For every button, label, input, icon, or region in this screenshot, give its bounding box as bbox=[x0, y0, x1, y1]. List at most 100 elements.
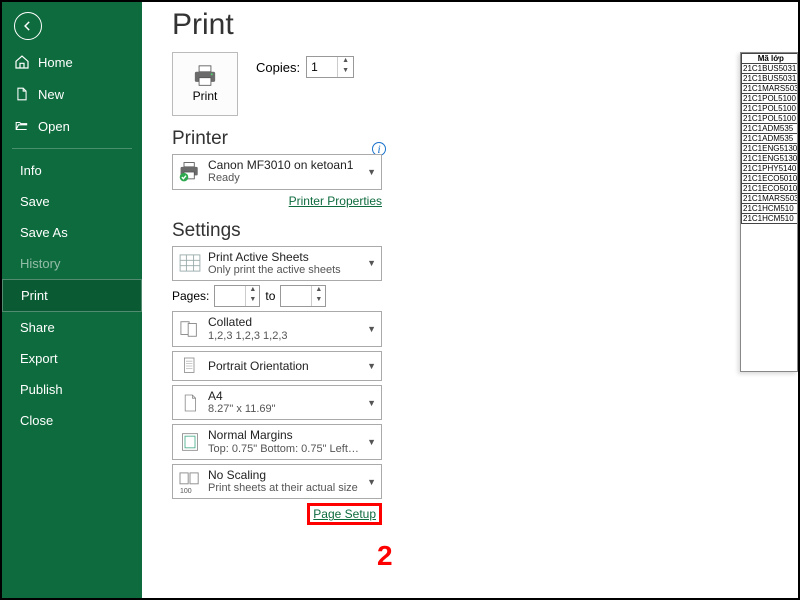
preview-cell: 21C1MARS503 bbox=[742, 194, 799, 204]
nav-save[interactable]: Save bbox=[2, 186, 142, 217]
pages-to-label: to bbox=[265, 289, 275, 303]
preview-cell: 21C1POL5100 bbox=[742, 114, 799, 124]
copies-input[interactable] bbox=[307, 57, 337, 77]
dd-secondary: 1,2,3 1,2,3 1,2,3 bbox=[208, 330, 361, 343]
dd-primary: Normal Margins bbox=[208, 428, 361, 442]
dd-primary: Portrait Orientation bbox=[208, 359, 361, 373]
printer-status: Ready bbox=[208, 172, 361, 185]
nav-share[interactable]: Share bbox=[2, 312, 142, 343]
pages-from[interactable]: ▲▼ bbox=[214, 285, 260, 307]
chevron-down-icon: ▼ bbox=[367, 398, 376, 408]
nav-new[interactable]: New bbox=[2, 78, 142, 110]
dd-primary: A4 bbox=[208, 389, 361, 403]
collate-selector[interactable]: Collated 1,2,3 1,2,3 1,2,3 ▼ bbox=[172, 311, 382, 347]
no-scaling-icon: 100 bbox=[178, 471, 202, 493]
backstage-sidebar: Home New Open Info Save Save As History … bbox=[2, 2, 142, 598]
preview-table: Mã lớp 21C1BUS503121C1BUS503121C1MARS503… bbox=[741, 53, 798, 224]
pages-row: Pages: ▲▼ to ▲▼ bbox=[172, 285, 798, 307]
chevron-down-icon: ▼ bbox=[367, 258, 376, 268]
margins-selector[interactable]: Normal Margins Top: 0.75" Bottom: 0.75" … bbox=[172, 424, 382, 460]
chevron-down-icon: ▼ bbox=[367, 167, 376, 177]
orientation-selector[interactable]: Portrait Orientation ▼ bbox=[172, 351, 382, 381]
preview-cell: 21C1POL5100 bbox=[742, 94, 799, 104]
chevron-down-icon: ▼ bbox=[367, 361, 376, 371]
nav-info[interactable]: Info bbox=[2, 155, 142, 186]
printer-ready-icon bbox=[178, 161, 202, 183]
sheets-icon bbox=[178, 252, 202, 274]
nav-open[interactable]: Open bbox=[2, 110, 142, 142]
printer-heading: Printer bbox=[172, 128, 384, 150]
page-title: Print bbox=[172, 8, 798, 42]
spin-down-icon[interactable]: ▼ bbox=[337, 67, 353, 77]
print-preview: Mã lớp 21C1BUS503121C1BUS503121C1MARS503… bbox=[740, 52, 798, 372]
preview-cell: 21C1BUS5031 bbox=[742, 74, 799, 84]
preview-cell: 21C1ECO5010 bbox=[742, 174, 799, 184]
nav-print[interactable]: Print bbox=[2, 279, 142, 312]
page-icon bbox=[178, 392, 202, 414]
page-setup-link[interactable]: Page Setup bbox=[313, 507, 376, 521]
preview-cell: 21C1POL5100 bbox=[742, 104, 799, 114]
chevron-down-icon: ▼ bbox=[367, 437, 376, 447]
settings-heading: Settings bbox=[172, 220, 798, 242]
dd-secondary: Only print the active sheets bbox=[208, 264, 361, 277]
nav-label: Open bbox=[38, 119, 70, 134]
preview-header: Mã lớp bbox=[742, 54, 799, 64]
spin-up-icon[interactable]: ▲ bbox=[245, 286, 259, 296]
preview-cell: 21C1ENG5130 bbox=[742, 144, 799, 154]
printer-icon bbox=[191, 65, 219, 87]
margins-icon bbox=[178, 431, 202, 453]
printer-name: Canon MF3010 on ketoan1 bbox=[208, 158, 361, 172]
home-icon bbox=[14, 54, 30, 70]
copies-spinner[interactable]: ▲▼ bbox=[306, 56, 354, 78]
scaling-selector[interactable]: 100 No Scaling Print sheets at their act… bbox=[172, 464, 382, 500]
preview-cell: 21C1HCM510 bbox=[742, 214, 799, 224]
dd-secondary: Top: 0.75" Bottom: 0.75" Left:… bbox=[208, 443, 361, 456]
collated-icon bbox=[178, 318, 202, 340]
spin-down-icon[interactable]: ▼ bbox=[311, 296, 325, 306]
pages-label: Pages: bbox=[172, 289, 209, 303]
dd-primary: Collated bbox=[208, 315, 361, 329]
arrow-left-icon bbox=[21, 19, 35, 33]
chevron-down-icon: ▼ bbox=[367, 477, 376, 487]
dd-secondary: 8.27" x 11.69" bbox=[208, 403, 361, 416]
separator bbox=[12, 148, 132, 149]
spin-down-icon[interactable]: ▼ bbox=[245, 296, 259, 306]
chevron-down-icon: ▼ bbox=[367, 324, 376, 334]
dd-primary: Print Active Sheets bbox=[208, 250, 361, 264]
print-panel: Print Print Copies: ▲▼ Printer bbox=[142, 2, 798, 598]
copies-label: Copies: bbox=[256, 60, 300, 75]
nav-publish[interactable]: Publish bbox=[2, 374, 142, 405]
preview-cell: 21C1BUS5031 bbox=[742, 64, 799, 74]
print-button[interactable]: Print bbox=[172, 52, 238, 116]
preview-cell: 21C1ADM535 bbox=[742, 124, 799, 134]
preview-cell: 21C1ENG5130 bbox=[742, 154, 799, 164]
spin-up-icon[interactable]: ▲ bbox=[337, 57, 353, 67]
nav-label: Home bbox=[38, 55, 73, 70]
nav-export[interactable]: Export bbox=[2, 343, 142, 374]
nav-close[interactable]: Close bbox=[2, 405, 142, 436]
nav-history[interactable]: History bbox=[2, 248, 142, 279]
preview-cell: 21C1ADM535 bbox=[742, 134, 799, 144]
print-button-label: Print bbox=[193, 89, 218, 103]
file-icon bbox=[14, 86, 30, 102]
preview-cell: 21C1MARS503 bbox=[742, 84, 799, 94]
annotation-2: 2 bbox=[377, 540, 393, 572]
paper-size-selector[interactable]: A4 8.27" x 11.69" ▼ bbox=[172, 385, 382, 421]
folder-open-icon bbox=[14, 118, 30, 134]
preview-cell: 21C1ECO5010 bbox=[742, 184, 799, 194]
printer-selector[interactable]: Canon MF3010 on ketoan1 Ready ▼ bbox=[172, 154, 382, 190]
dd-primary: No Scaling bbox=[208, 468, 361, 482]
back-button[interactable] bbox=[14, 12, 42, 40]
pages-to[interactable]: ▲▼ bbox=[280, 285, 326, 307]
nav-home[interactable]: Home bbox=[2, 46, 142, 78]
scale-100-label: 100 bbox=[180, 488, 192, 495]
nav-label: New bbox=[38, 87, 64, 102]
nav-save-as[interactable]: Save As bbox=[2, 217, 142, 248]
spin-up-icon[interactable]: ▲ bbox=[311, 286, 325, 296]
dd-secondary: Print sheets at their actual size bbox=[208, 482, 361, 495]
preview-cell: 21C1PHY5140 bbox=[742, 164, 799, 174]
portrait-icon bbox=[178, 355, 202, 377]
preview-cell: 21C1HCM510 bbox=[742, 204, 799, 214]
print-what-selector[interactable]: Print Active Sheets Only print the activ… bbox=[172, 246, 382, 282]
printer-properties-link[interactable]: Printer Properties bbox=[289, 194, 382, 208]
